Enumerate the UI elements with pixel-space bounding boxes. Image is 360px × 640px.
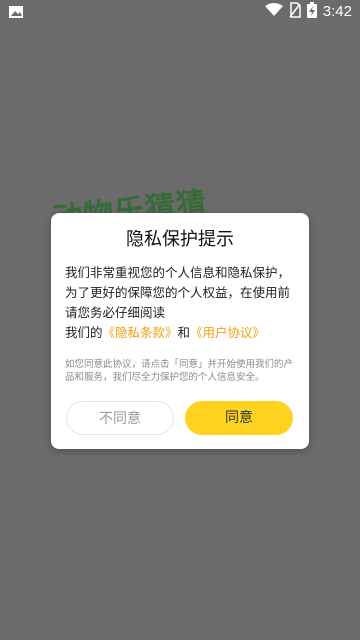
privacy-policy-link[interactable]: 《隐私条款》 bbox=[103, 325, 178, 340]
body-prefix: 我们的 bbox=[65, 325, 103, 340]
dialog-title: 隐私保护提示 bbox=[126, 229, 234, 250]
disagree-button[interactable]: 不同意 bbox=[66, 401, 174, 435]
battery-charging-icon bbox=[306, 1, 317, 23]
and-text: 和 bbox=[177, 325, 191, 340]
image-icon bbox=[8, 4, 24, 20]
status-bar: 3:42 bbox=[0, 0, 360, 24]
consent-note: 如您同意此协议，请点击「同意」并开始使用我们的产品和服务，我们尽全力保护您的个人… bbox=[65, 359, 294, 383]
wifi-icon bbox=[264, 2, 283, 22]
status-time: 3:42 bbox=[322, 3, 352, 20]
privacy-dialog: 隐私保护提示 我们非常重视您的个人信息和隐私保护，为了更好的保障您的个人权益，在… bbox=[51, 213, 309, 449]
dialog-body: 我们非常重视您的个人信息和隐私保护，为了更好的保障您的个人权益，在使用前请您务必… bbox=[65, 263, 295, 343]
no-sim-icon bbox=[289, 1, 301, 23]
policy-links-line: 我们的《隐私条款》和《用户协议》 bbox=[65, 323, 295, 343]
body-text: 我们非常重视您的个人信息和隐私保护，为了更好的保障您的个人权益，在使用前请您务必… bbox=[65, 265, 291, 320]
user-agreement-link[interactable]: 《用户协议》 bbox=[190, 325, 265, 340]
agree-button[interactable]: 同意 bbox=[185, 401, 293, 435]
